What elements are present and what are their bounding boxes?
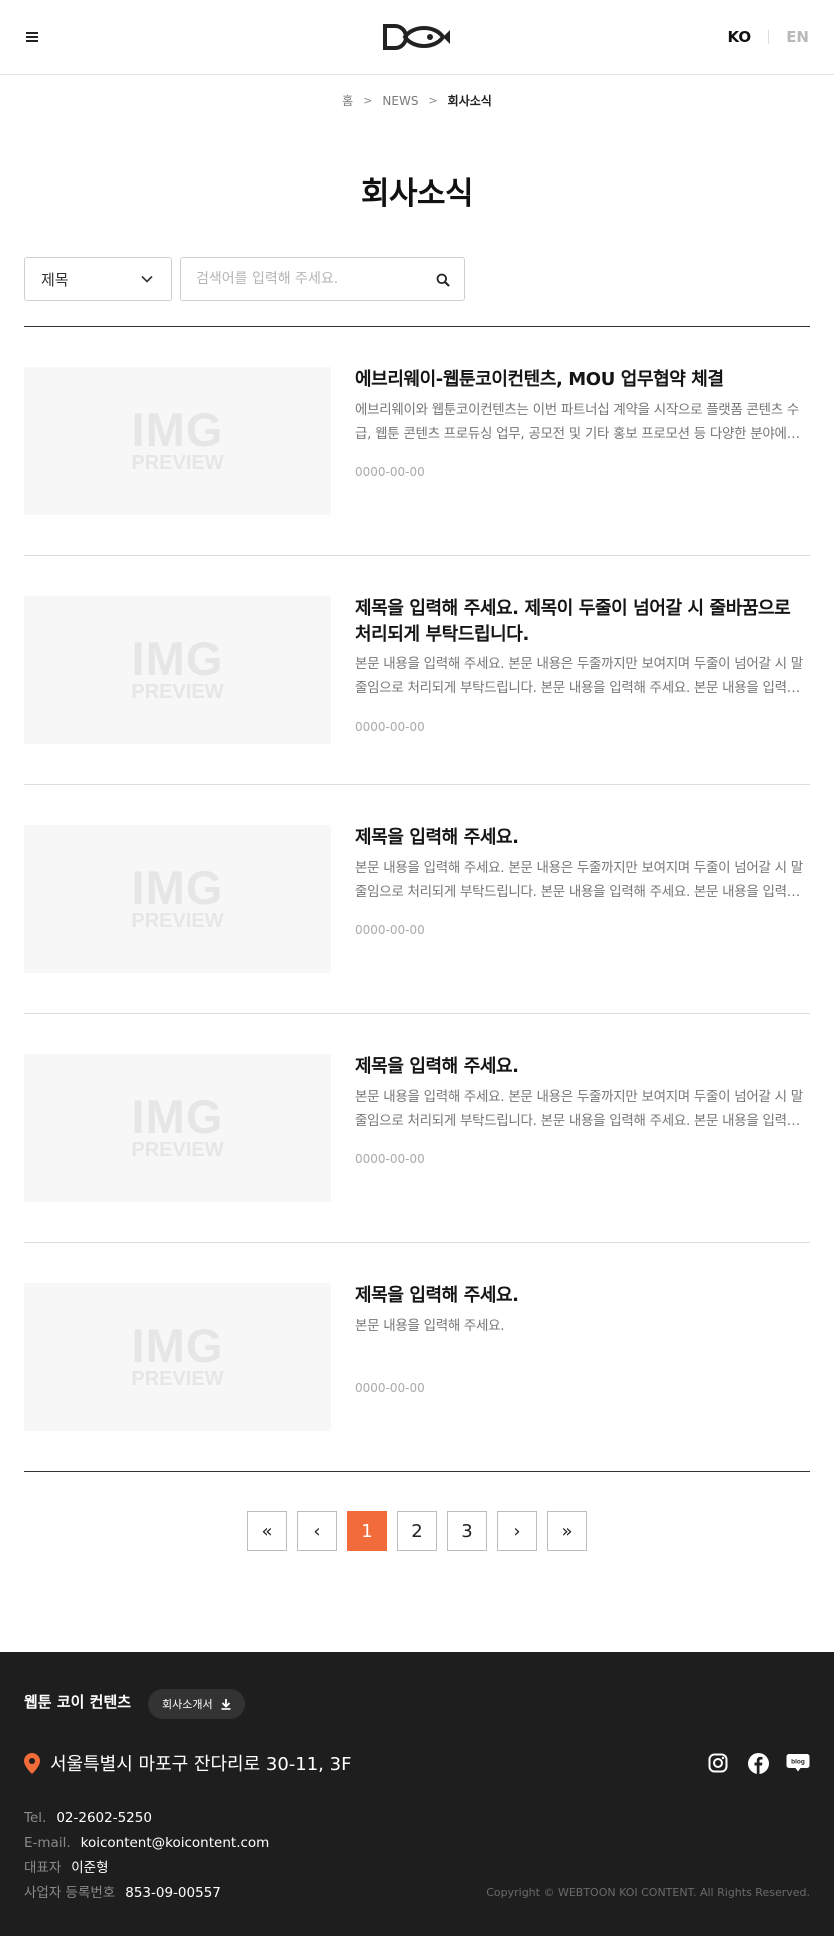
page-3-button[interactable]: 3 — [447, 1511, 487, 1551]
address-text: 서울특별시 마포구 잔다리로 30-11, 3F — [50, 1754, 352, 1775]
email-value[interactable]: koicontent@koicontent.com — [81, 1835, 270, 1851]
news-summary: 본문 내용을 입력해 주세요. — [355, 1318, 505, 1334]
lang-divider — [768, 30, 770, 44]
news-item[interactable]: IMG PREVIEW 제목을 입력해 주세요. 본문 내용을 입력해 주세요.… — [24, 825, 810, 975]
lang-en[interactable]: EN — [786, 28, 809, 46]
news-title[interactable]: 제목을 입력해 주세요. — [355, 1283, 810, 1309]
search-box — [180, 257, 465, 301]
footer-address: 서울특별시 마포구 잔다리로 30-11, 3F — [24, 1750, 351, 1776]
thumb-img-text: IMG — [131, 1090, 224, 1143]
news-item[interactable]: IMG PREVIEW 제목을 입력해 주세요. 본문 내용을 입력해 주세요.… — [24, 1283, 810, 1433]
instagram-icon[interactable] — [706, 1751, 730, 1775]
thumb-preview-text: PREVIEW — [131, 1139, 224, 1161]
breadcrumb-current: 회사소식 — [447, 94, 492, 108]
brochure-label: 회사소개서 — [162, 1698, 213, 1711]
thumb-img-text: IMG — [131, 632, 224, 685]
item-divider — [24, 1242, 810, 1243]
site-footer: 웹툰 코이 컨텐츠 회사소개서 서울특별시 마포구 잔다리로 30-11, 3F… — [0, 1652, 834, 1936]
search-type-select[interactable]: 제목 — [24, 257, 172, 301]
thumb-img-text: IMG — [131, 403, 224, 456]
thumbnail-placeholder: IMG PREVIEW — [24, 825, 331, 973]
news-date: 0000-00-00 — [355, 720, 425, 734]
next-page-button[interactable]: › — [497, 1511, 537, 1551]
breadcrumb-separator: > — [428, 94, 438, 107]
search-input[interactable] — [196, 258, 416, 300]
ceo-label: 대표자 — [24, 1860, 62, 1876]
search-type-value: 제목 — [41, 270, 69, 289]
thumb-img-text: IMG — [131, 1319, 224, 1372]
news-date: 0000-00-00 — [355, 1152, 425, 1166]
biz-number-value: 853-09-00557 — [125, 1885, 221, 1901]
blog-icon[interactable]: blog — [786, 1751, 810, 1775]
chevron-down-icon — [141, 275, 153, 283]
footer-email-row: E-mail. koicontent@koicontent.com — [24, 1831, 269, 1856]
news-title[interactable]: 제목을 입력해 주세요. 제목이 두줄이 넘어갈 시 줄바꿈으로 처리되게 부탁… — [355, 596, 810, 648]
news-item[interactable]: IMG PREVIEW 에브리웨이-웹툰코이컨텐츠, MOU 업무협약 체결 에… — [24, 367, 810, 517]
biz-number-label: 사업자 등록번호 — [24, 1885, 116, 1901]
news-summary: 에브리웨이와 웹툰코이컨텐츠는 이번 파트너십 계약을 시작으로 플랫폼 콘텐츠… — [355, 402, 800, 442]
email-label: E-mail. — [24, 1835, 71, 1851]
footer-biz-row: 사업자 등록번호 853-09-00557 — [24, 1881, 269, 1906]
thumb-preview-text: PREVIEW — [131, 910, 224, 932]
news-title[interactable]: 에브리웨이-웹툰코이컨텐츠, MOU 업무협약 체결 — [355, 367, 810, 393]
breadcrumb-separator: > — [363, 94, 373, 107]
news-date: 0000-00-00 — [355, 923, 425, 937]
news-item[interactable]: IMG PREVIEW 제목을 입력해 주세요. 본문 내용을 입력해 주세요.… — [24, 1054, 810, 1204]
brochure-download-button[interactable]: 회사소개서 — [148, 1689, 245, 1719]
news-item[interactable]: IMG PREVIEW 제목을 입력해 주세요. 제목이 두줄이 넘어갈 시 줄… — [24, 596, 810, 746]
thumbnail-placeholder: IMG PREVIEW — [24, 367, 331, 515]
ceo-value: 이준형 — [71, 1860, 109, 1876]
news-title[interactable]: 제목을 입력해 주세요. — [355, 1054, 810, 1080]
location-pin-icon — [24, 1752, 40, 1774]
page-1-button[interactable]: 1 — [347, 1511, 387, 1551]
thumbnail-placeholder: IMG PREVIEW — [24, 1283, 331, 1431]
site-logo[interactable] — [383, 22, 451, 52]
news-summary: 본문 내용을 입력해 주세요. 본문 내용은 두줄까지만 보여지며 두줄이 넘어… — [355, 656, 803, 696]
site-header: KO EN — [0, 0, 834, 75]
blog-icon-label: blog — [791, 1759, 805, 1766]
item-divider — [24, 555, 810, 556]
footer-ceo-row: 대표자 이준형 — [24, 1856, 269, 1881]
language-switch: KO EN — [727, 28, 809, 46]
item-divider — [24, 784, 810, 785]
lang-ko[interactable]: KO — [727, 28, 751, 46]
last-page-button[interactable]: » — [547, 1511, 587, 1551]
social-links: blog — [690, 1751, 810, 1775]
news-summary: 본문 내용을 입력해 주세요. 본문 내용은 두줄까지만 보여지며 두줄이 넘어… — [355, 1089, 803, 1129]
page-2-button[interactable]: 2 — [397, 1511, 437, 1551]
page-title: 회사소식 — [360, 176, 474, 212]
thumbnail-placeholder: IMG PREVIEW — [24, 596, 331, 744]
footer-company-name: 웹툰 코이 컨텐츠 — [24, 1693, 132, 1711]
news-date: 0000-00-00 — [355, 465, 425, 479]
thumb-img-text: IMG — [131, 861, 224, 914]
facebook-icon[interactable] — [746, 1751, 770, 1775]
hamburger-menu-icon[interactable] — [24, 29, 42, 45]
first-page-button[interactable]: « — [247, 1511, 287, 1551]
thumb-preview-text: PREVIEW — [131, 681, 224, 703]
breadcrumb-home[interactable]: 홈 — [342, 92, 353, 109]
list-bottom-divider — [24, 1471, 810, 1472]
thumbnail-placeholder: IMG PREVIEW — [24, 1054, 331, 1202]
copyright: Copyright © WEBTOON KOI CONTENT. All Rig… — [486, 1886, 810, 1899]
breadcrumb-news[interactable]: NEWS — [382, 94, 418, 108]
footer-info: Tel. 02-2602-5250 E-mail. koicontent@koico… — [24, 1806, 269, 1906]
thumb-preview-text: PREVIEW — [131, 1368, 224, 1390]
tel-value: 02-2602-5250 — [56, 1810, 152, 1826]
download-icon — [221, 1698, 231, 1710]
footer-tel-row: Tel. 02-2602-5250 — [24, 1806, 269, 1831]
prev-page-button[interactable]: ‹ — [297, 1511, 337, 1551]
list-top-divider — [24, 326, 810, 327]
item-divider — [24, 1013, 810, 1014]
tel-label: Tel. — [24, 1810, 47, 1826]
news-summary: 본문 내용을 입력해 주세요. 본문 내용은 두줄까지만 보여지며 두줄이 넘어… — [355, 860, 803, 900]
breadcrumb: 홈 > NEWS > 회사소식 — [0, 92, 834, 109]
thumb-preview-text: PREVIEW — [131, 452, 224, 474]
news-date: 0000-00-00 — [355, 1381, 425, 1395]
news-title[interactable]: 제목을 입력해 주세요. — [355, 825, 810, 851]
pagination: « ‹ 1 2 3 › » — [0, 1511, 834, 1551]
search-icon[interactable] — [436, 273, 450, 287]
